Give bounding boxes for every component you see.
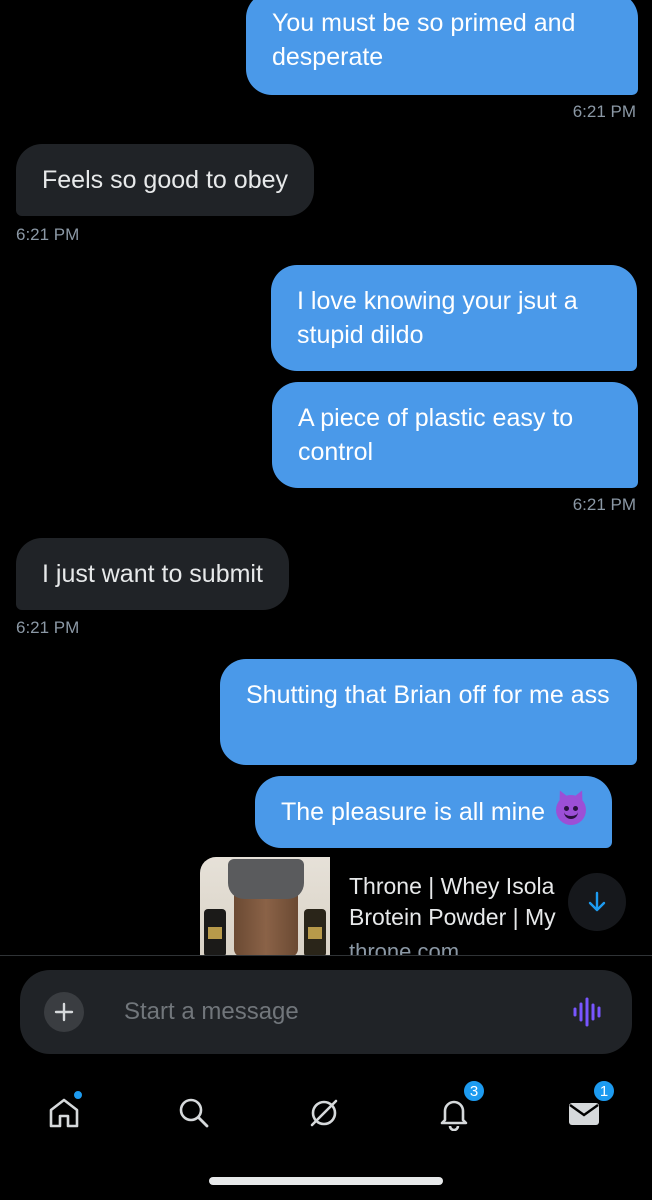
sent-message[interactable]: A piece of plastic easy to control: [272, 382, 638, 488]
plus-icon: [54, 1002, 74, 1022]
tab-search[interactable]: [164, 1083, 224, 1143]
message-text: Shutting that Brian off for me ass: [246, 681, 610, 709]
message-text: Feels so good to obey: [42, 166, 288, 194]
message-timestamp: 6:21 PM: [572, 495, 636, 514]
message-timestamp: 6:21 PM: [16, 225, 80, 244]
sent-message[interactable]: You must be so primed and desperate: [246, 0, 638, 95]
link-preview-image: [200, 857, 330, 955]
smiling-face-with-horns-icon: [555, 795, 586, 825]
conversation-thread[interactable]: You must be so primed and desperate 6:21…: [0, 0, 652, 955]
tab-messages[interactable]: 1: [554, 1079, 616, 1143]
home-indicator: [209, 1177, 443, 1185]
message-text: You must be so primed and desperate: [272, 9, 576, 71]
received-message[interactable]: Feels so good to obey: [16, 144, 314, 216]
message-text: The pleasure is all mine: [281, 798, 546, 826]
messages-badge: 1: [592, 1079, 616, 1103]
grok-icon: [310, 1099, 338, 1127]
message-input[interactable]: [124, 970, 524, 1054]
received-message[interactable]: I just want to submit: [16, 538, 289, 610]
message-timestamp: 6:21 PM: [16, 618, 80, 637]
bottom-tab-bar: 3 1: [0, 1065, 652, 1200]
message-composer: [20, 970, 632, 1054]
sent-message[interactable]: I love knowing your jsut a stupid dildo: [271, 265, 637, 371]
message-timestamp: 6:21 PM: [572, 102, 636, 121]
scroll-to-bottom-button[interactable]: [568, 873, 626, 931]
link-preview-domain: throne.com: [349, 939, 460, 955]
composer-bar: [0, 955, 652, 1065]
home-unread-dot: [72, 1089, 84, 1101]
message-text: I just want to submit: [42, 560, 263, 588]
tab-home[interactable]: [34, 1083, 94, 1143]
link-preview-title: Throne | Whey Isola Brotein Powder | My: [349, 873, 556, 930]
notifications-badge: 3: [462, 1079, 486, 1103]
search-icon: [179, 1098, 209, 1128]
sent-message[interactable]: The pleasure is all mine: [255, 776, 612, 848]
tab-notifications[interactable]: 3: [424, 1079, 486, 1143]
add-attachment-button[interactable]: [44, 992, 84, 1032]
voice-message-icon[interactable]: [572, 997, 604, 1027]
arrow-down-icon: [588, 891, 606, 912]
sent-message[interactable]: Shutting that Brian off for me ass: [220, 659, 637, 765]
message-text: A piece of plastic easy to control: [298, 404, 574, 466]
message-text: I love knowing your jsut a stupid dildo: [297, 287, 578, 349]
tab-grok[interactable]: [294, 1083, 354, 1143]
